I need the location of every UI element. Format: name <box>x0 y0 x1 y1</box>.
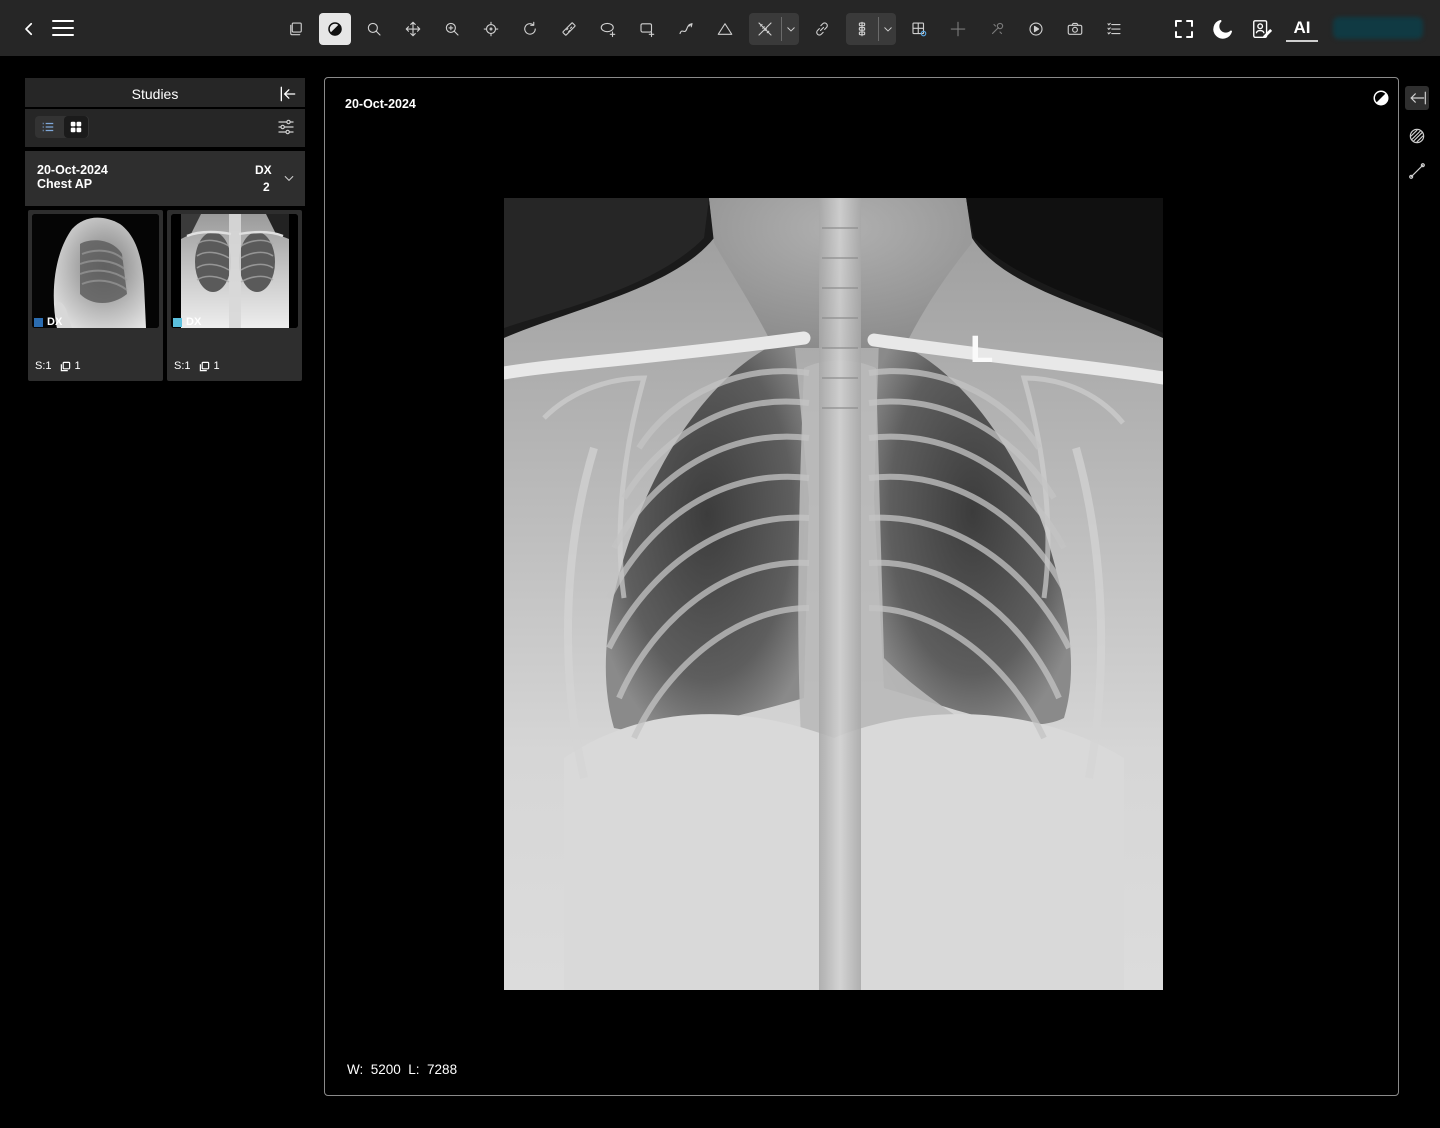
study-description: Chest AP <box>37 177 93 191</box>
series-thumbnail[interactable]: DX S:1 1 <box>28 210 163 381</box>
pan-icon[interactable] <box>397 13 429 45</box>
invert-icon[interactable] <box>1372 89 1390 107</box>
ellipse-roi-icon[interactable] <box>592 13 624 45</box>
fullscreen-icon[interactable] <box>1168 13 1200 45</box>
studies-title: Studies <box>131 86 179 102</box>
top-toolbar: AI <box>0 0 1440 56</box>
studies-panel-header: Studies <box>25 78 305 107</box>
series-thumbnail[interactable]: DX S:1 1 <box>167 210 302 381</box>
series-modality: DX <box>186 316 202 328</box>
instance-count: 1 <box>213 360 220 372</box>
list-icon[interactable] <box>1098 13 1130 45</box>
viewport-study-date: 20-Oct-2024 <box>345 97 416 111</box>
series-modality: DX <box>47 316 63 328</box>
measurement-line-icon[interactable] <box>1405 159 1429 183</box>
account-badge[interactable] <box>1333 17 1423 39</box>
filter-settings-icon[interactable] <box>276 117 298 139</box>
series-modality-badge: DX <box>34 316 62 328</box>
menu-icon[interactable] <box>47 12 79 44</box>
angle-icon[interactable] <box>709 13 741 45</box>
series-number: S:1 <box>174 360 191 372</box>
annotation-split-icon[interactable] <box>749 13 781 45</box>
segmentation-icon[interactable] <box>1405 124 1429 148</box>
zoom-in-icon[interactable] <box>436 13 468 45</box>
freehand-icon[interactable] <box>670 13 702 45</box>
crosshair-icon[interactable] <box>475 13 507 45</box>
image-viewport[interactable]: 20-Oct-2024 L W: 5200 L: 7288 <box>324 77 1399 1096</box>
study-card[interactable]: 20-Oct-2024 Chest AP DX 2 <box>25 151 305 206</box>
series-thumbnail-image <box>171 214 298 328</box>
series-meta: S:1 1 <box>174 360 220 372</box>
reference-lines-icon[interactable] <box>942 13 974 45</box>
search-icon[interactable] <box>358 13 390 45</box>
probe-icon[interactable] <box>981 13 1013 45</box>
chevron-down-icon[interactable] <box>783 13 799 45</box>
spine-label-icon[interactable] <box>846 13 878 45</box>
window-level-icon[interactable] <box>319 13 351 45</box>
ai-button[interactable]: AI <box>1286 14 1318 42</box>
expand-panel-icon[interactable] <box>1405 86 1429 110</box>
grid-view-icon[interactable] <box>64 116 88 138</box>
series-color-swatch <box>173 317 182 327</box>
study-modality: DX <box>255 163 272 177</box>
ruler-icon[interactable] <box>553 13 585 45</box>
mpr-icon[interactable] <box>903 13 935 45</box>
laterality-marker: L <box>970 329 993 371</box>
instances-icon <box>60 361 71 372</box>
collapse-panel-icon[interactable] <box>278 84 298 104</box>
instances-icon <box>199 361 210 372</box>
series-number: S:1 <box>35 360 52 372</box>
study-date: 20-Oct-2024 <box>37 163 108 177</box>
series-meta: S:1 1 <box>35 360 81 372</box>
rotate-icon[interactable] <box>514 13 546 45</box>
chevron-down-icon[interactable] <box>880 13 896 45</box>
camera-icon[interactable] <box>1059 13 1091 45</box>
layers-icon[interactable] <box>280 13 312 45</box>
instance-count: 1 <box>74 360 81 372</box>
link-icon[interactable] <box>806 13 838 45</box>
dark-mode-icon[interactable] <box>1207 13 1239 45</box>
window-level-readout: W: 5200 L: 7288 <box>347 1062 458 1077</box>
list-view-icon[interactable] <box>36 116 60 138</box>
chest-xray-image: L <box>504 198 1163 990</box>
series-thumbnail-image <box>32 214 159 328</box>
split-divider <box>878 17 879 41</box>
cine-play-icon[interactable] <box>1020 13 1052 45</box>
report-icon[interactable] <box>1246 13 1278 45</box>
rectangle-roi-icon[interactable] <box>631 13 663 45</box>
series-color-swatch <box>34 317 43 327</box>
chevron-down-icon[interactable] <box>282 171 296 185</box>
back-icon[interactable] <box>13 13 45 45</box>
split-divider <box>781 17 782 41</box>
series-modality-badge: DX <box>173 316 201 328</box>
study-series-count: 2 <box>263 180 270 194</box>
